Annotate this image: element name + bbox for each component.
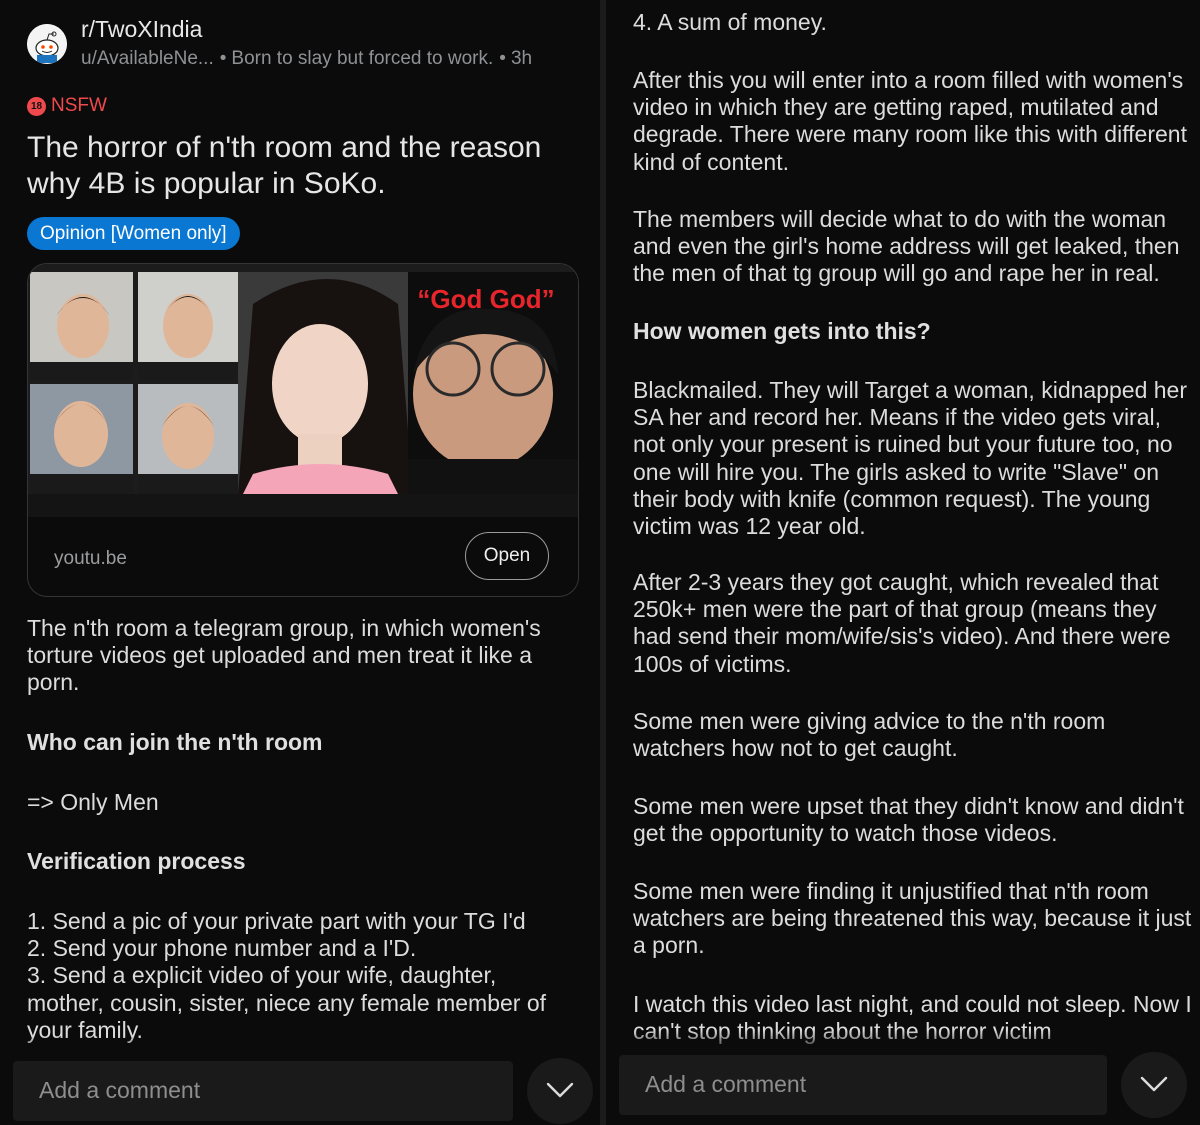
nsfw-tag: 18 NSFW xyxy=(27,95,107,117)
comment-bar[interactable]: Add a comment xyxy=(619,1055,1107,1115)
author-username[interactable]: u/AvailableNe... xyxy=(81,48,214,69)
collapse-button[interactable] xyxy=(1121,1052,1187,1118)
video-thumbnail[interactable]: “God God” xyxy=(28,264,578,517)
chevron-down-icon xyxy=(546,1082,574,1098)
body-heading: Verification process xyxy=(27,848,246,874)
collapse-button[interactable] xyxy=(527,1058,593,1124)
body-paragraph: Some men were finding it unjustified tha… xyxy=(633,878,1192,959)
body-paragraph: After 2-3 years they got caught, which r… xyxy=(633,569,1171,677)
subreddit-name[interactable]: r/TwoXIndia xyxy=(81,16,202,43)
post-flair[interactable]: Opinion [Women only] xyxy=(27,217,240,250)
nsfw-18-icon: 18 xyxy=(27,96,46,116)
body-paragraph: Some men were giving advice to the n'th … xyxy=(633,708,1106,762)
link-preview-card[interactable]: “God God” youtu.be Open xyxy=(27,263,579,597)
nsfw-label: NSFW xyxy=(51,95,107,116)
meta-separator: • xyxy=(499,48,506,69)
body-paragraph: Blackmailed. They will Target a woman, k… xyxy=(633,377,1187,540)
open-link-button[interactable]: Open xyxy=(465,532,549,580)
user-flair: Born to slay but forced to work. xyxy=(231,48,494,69)
chevron-down-icon xyxy=(1140,1076,1168,1092)
post-meta: u/AvailableNe... • Born to slay but forced… xyxy=(81,48,532,70)
body-list: 1. Send a pic of your private part with … xyxy=(27,908,547,1043)
body-paragraph: After this you will enter into a room fi… xyxy=(633,67,1187,175)
subreddit-avatar-icon[interactable] xyxy=(27,24,67,64)
body-heading: Who can join the n'th room xyxy=(27,729,323,755)
body-heading: How women gets into this? xyxy=(633,318,931,344)
comment-input[interactable]: Add a comment xyxy=(39,1077,200,1104)
body-paragraph: The n'th room a telegram group, in which… xyxy=(27,615,541,696)
body-paragraph: 4. A sum of money. xyxy=(633,9,827,35)
right-screenshot: 4. A sum of money. After this you will e… xyxy=(606,0,1200,1125)
thumbnail-caption: “God God” xyxy=(417,284,554,314)
post-title[interactable]: The horror of n'th room and the reason w… xyxy=(27,130,577,202)
left-screenshot: r/TwoXIndia u/AvailableNe... • Born to sla… xyxy=(0,0,600,1125)
link-domain[interactable]: youtu.be xyxy=(54,548,127,570)
body-paragraph: Some men were upset that they didn't kno… xyxy=(633,793,1184,847)
comment-bar[interactable]: Add a comment xyxy=(13,1061,513,1121)
meta-separator: • xyxy=(219,48,227,69)
post-time: 3h xyxy=(510,48,533,69)
comment-input[interactable]: Add a comment xyxy=(645,1071,806,1098)
scroll-fade xyxy=(606,1030,1200,1054)
body-paragraph: => Only Men xyxy=(27,789,159,815)
body-paragraph: The members will decide what to do with … xyxy=(633,206,1180,287)
scroll-fade xyxy=(0,1036,600,1060)
